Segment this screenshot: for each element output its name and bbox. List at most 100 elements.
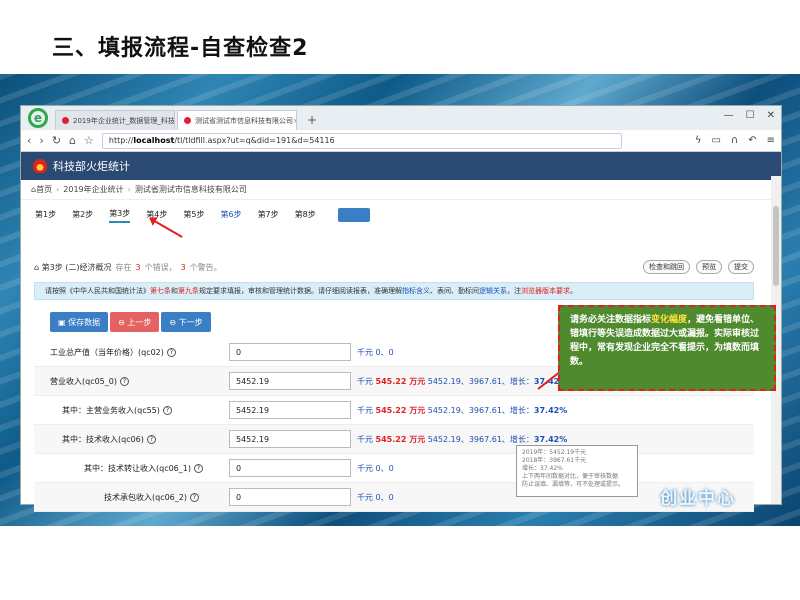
- save-label: 保存数据: [68, 317, 101, 327]
- help-icon[interactable]: ?: [166, 347, 176, 357]
- value-input[interactable]: 0: [229, 343, 351, 361]
- reload-icon[interactable]: ↻: [52, 134, 61, 147]
- new-tab-button[interactable]: +: [299, 113, 325, 130]
- history-text: 0、0: [375, 347, 394, 357]
- annotation-callout: 请务必关注数据指标变化幅度，避免看错单位、错填行等失误造成数据过大或漏报。实际审…: [558, 305, 776, 391]
- growth-pct: 37.42%: [533, 434, 568, 444]
- value-input[interactable]: 0: [229, 488, 351, 506]
- tab-label: 2019年企业统计_数据管理_科技: [73, 116, 175, 125]
- check-button[interactable]: 检查和跳回: [643, 260, 690, 274]
- warning-suffix: 个警告。: [189, 262, 222, 272]
- forward-icon[interactable]: ›: [39, 134, 43, 147]
- browser-req-link[interactable]: 浏览器版本要求: [521, 286, 570, 296]
- home-icon: ⌂: [34, 262, 42, 272]
- step-tab-5[interactable]: 第5步: [183, 209, 204, 222]
- submit-button[interactable]: 提交: [728, 260, 754, 274]
- label-text: 其中：主营业务收入(qc55): [62, 405, 160, 415]
- form-row: 其中：主营业务收入(qc55)? 5452.19 千元 545.22 万元 54…: [34, 396, 754, 425]
- step-tab-2[interactable]: 第2步: [72, 209, 93, 222]
- tab-label: 测试省测试市信息科技有限公司: [195, 116, 293, 125]
- form-row: 其中：技术转让收入(qc06_1)? 0 千元 0、0: [34, 454, 754, 483]
- logic-link[interactable]: 逻辑关系: [479, 286, 507, 296]
- save-button[interactable]: ▣ 保存数据: [50, 312, 109, 332]
- field-info: 千元 0、0: [357, 463, 394, 474]
- headphone-icon[interactable]: ∩: [731, 135, 738, 146]
- step-tab-1[interactable]: 第1步: [35, 209, 56, 222]
- step-extra-button[interactable]: [337, 208, 370, 222]
- step-tab-3[interactable]: 第3步: [109, 208, 131, 223]
- value-input[interactable]: 5452.19: [229, 372, 351, 390]
- watermark-text: 创业中心: [660, 489, 736, 509]
- value-input[interactable]: 5452.19: [229, 430, 351, 448]
- star-icon[interactable]: ☆: [84, 134, 94, 147]
- unit-text: 千元: [357, 347, 373, 357]
- home-icon[interactable]: ⌂: [69, 134, 76, 147]
- scrollbar-thumb[interactable]: [773, 206, 779, 286]
- step-tab-8[interactable]: 第8步: [295, 209, 316, 222]
- flame-favicon-icon: [62, 117, 69, 124]
- battery-icon[interactable]: ▭: [711, 135, 720, 146]
- undo-icon[interactable]: ↶: [748, 135, 756, 146]
- field-label: 其中：主营业务收入(qc55)?: [34, 405, 229, 416]
- breadcrumb-item[interactable]: 2019年企业统计: [63, 184, 123, 195]
- field-label: 其中：技术收入(qc06)?: [34, 434, 229, 445]
- breadcrumb-separator: ›: [56, 185, 60, 194]
- notice-text: 。: [570, 287, 577, 295]
- slide-title: 三、填报流程-自查检查2: [52, 36, 309, 61]
- notice-text: 请按照《中华人民共和国统计法》: [45, 287, 150, 295]
- label-text: 其中：技术收入(qc06): [62, 434, 144, 444]
- minimize-icon[interactable]: —: [724, 110, 734, 121]
- unit-text: 千元: [357, 405, 373, 415]
- form-row: 其中：技术收入(qc06)? 5452.19 千元 545.22 万元 5452…: [34, 425, 754, 454]
- browser-tab-1[interactable]: 2019年企业统计_数据管理_科技 ×: [55, 110, 175, 130]
- definition-link[interactable]: 指标含义: [402, 286, 430, 296]
- warning-count[interactable]: 3: [181, 263, 186, 272]
- prev-step-button[interactable]: ⊖ 上一步: [110, 312, 160, 332]
- notice-text: 、表间、勤标间: [430, 287, 479, 295]
- history-text: 0、0: [375, 463, 394, 473]
- browser-logo-icon: e: [21, 106, 55, 130]
- browser-tab-2[interactable]: 测试省测试市信息科技有限公司 ×: [177, 110, 297, 130]
- breadcrumb-item[interactable]: 首页: [36, 184, 52, 195]
- label-text: 营业收入(qc05_0): [50, 376, 117, 386]
- history-tooltip: 2019年：5452.19千元 2018年：3967.61千元 增长：37.42…: [516, 445, 638, 497]
- help-icon[interactable]: ?: [120, 376, 129, 386]
- lightning-icon[interactable]: ϟ: [695, 135, 702, 146]
- field-info: 千元 545.22 万元 5452.19、3967.61、增长：37.42%: [357, 405, 567, 416]
- menu-icon[interactable]: ≡: [767, 135, 775, 146]
- maximize-icon[interactable]: ☐: [746, 110, 755, 121]
- close-icon[interactable]: ×: [293, 117, 296, 125]
- unit-text: 千元: [357, 376, 373, 386]
- step-tab-7[interactable]: 第7步: [258, 209, 279, 222]
- window-controls: — ☐ ✕: [724, 110, 775, 121]
- field-label: 其中：技术转让收入(qc06_1)?: [34, 463, 229, 474]
- field-label: 营业收入(qc05_0)?: [34, 376, 229, 387]
- help-icon[interactable]: ?: [194, 463, 203, 473]
- value-input[interactable]: 0: [229, 459, 351, 477]
- error-count[interactable]: 3: [136, 263, 141, 272]
- notice-banner: 请按照《中华人民共和国统计法》 第七条和第九条 规定要求填报，审核和管理统计数据。请…: [34, 282, 754, 300]
- url-host: localhost: [133, 136, 175, 145]
- tooltip-line: 2018年：3967.61千元: [522, 457, 587, 465]
- label-text: 技术承包收入(qc06_2): [104, 492, 187, 502]
- form-row: 技术承包收入(qc06_2)? 0 千元 0、0: [34, 483, 754, 512]
- help-icon[interactable]: ?: [146, 434, 156, 444]
- preview-button[interactable]: 预览: [696, 260, 722, 274]
- next-step-button[interactable]: ⊖ 下一步: [161, 312, 211, 332]
- unit-text: 千元: [357, 492, 373, 502]
- breadcrumb-item[interactable]: 测试省测试市信息科技有限公司: [135, 184, 247, 195]
- value-input[interactable]: 5452.19: [229, 401, 351, 419]
- close-window-icon[interactable]: ✕: [767, 110, 775, 121]
- help-icon[interactable]: ?: [162, 405, 172, 415]
- app-title: 科技部火炬统计: [53, 160, 130, 173]
- help-icon[interactable]: ?: [190, 492, 199, 502]
- step-tab-6[interactable]: 第6步: [220, 209, 241, 222]
- law-link[interactable]: 第七条: [150, 286, 171, 296]
- back-icon[interactable]: ‹: [27, 134, 31, 147]
- growth-pct: 37.42%: [533, 405, 568, 415]
- url-field[interactable]: http://localhost/tl/tldfill.aspx?ut=q&di…: [101, 132, 622, 149]
- unit-text: 千元: [357, 463, 373, 473]
- field-info: 千元 0、0: [357, 347, 394, 358]
- law-link[interactable]: 第九条: [178, 286, 199, 296]
- next-label: 下一步: [178, 317, 203, 327]
